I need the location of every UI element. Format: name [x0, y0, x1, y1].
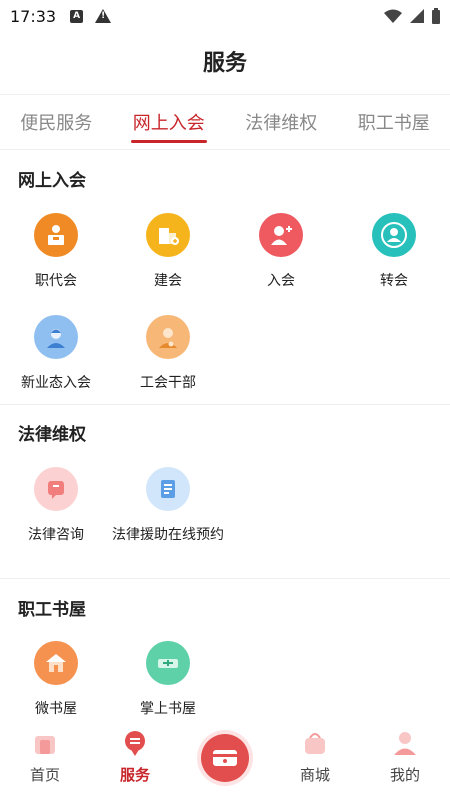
- service-item-label: 掌上书屋: [140, 701, 196, 717]
- service-item-label: 入会: [267, 273, 295, 289]
- rostrum-icon: [34, 213, 78, 257]
- nav-item-service[interactable]: 服务: [90, 724, 180, 800]
- consult-icon: [34, 467, 78, 511]
- section-title-legal-rights: 法律维权: [18, 425, 86, 445]
- nav-item-shop[interactable]: 商城: [270, 724, 360, 800]
- nav-label: 服务: [119, 766, 150, 784]
- tab-reading-room[interactable]: 职工书屋: [338, 95, 450, 149]
- section-title-online-join: 网上入会: [18, 171, 86, 191]
- wifi-icon: [384, 9, 402, 23]
- service-item-label: 转会: [380, 273, 408, 289]
- service-item-legal-consult[interactable]: 法律咨询: [0, 467, 112, 545]
- service-item-transfer[interactable]: 转会: [338, 213, 450, 291]
- service-item-legal-aid-booking[interactable]: 法律援助在线预约: [112, 467, 224, 545]
- page-header: 服务: [0, 32, 450, 90]
- house-icon: [34, 641, 78, 685]
- nav-item-center-card[interactable]: [180, 724, 270, 800]
- tab-convenience[interactable]: 便民服务: [0, 95, 113, 149]
- service-item-pocket-bookhouse[interactable]: 掌上书屋: [112, 641, 224, 719]
- cadre-icon: [146, 315, 190, 359]
- warning-icon: [95, 9, 112, 23]
- category-tabs: 便民服务 网上入会 法律维权 职工书屋: [0, 94, 450, 150]
- service-item-join-union[interactable]: 入会: [225, 213, 337, 291]
- nav-label: 我的: [389, 766, 420, 784]
- section-title-reading-room: 职工书屋: [18, 600, 86, 620]
- service-item-new-economy-join[interactable]: 新业态入会: [0, 315, 112, 393]
- service-item-label: 建会: [154, 273, 182, 289]
- nav-item-profile[interactable]: 我的: [360, 724, 450, 800]
- service-item-micro-bookhouse[interactable]: 微书屋: [0, 641, 112, 719]
- page-title: 服务: [202, 51, 247, 76]
- service-icon: [125, 731, 145, 756]
- transfer-person-icon: [372, 213, 416, 257]
- service-item-label: 微书屋: [35, 701, 77, 717]
- service-item-staff-congress[interactable]: 职代会: [0, 213, 112, 291]
- shop-bag-icon: [305, 733, 325, 754]
- building-icon: [146, 213, 190, 257]
- home-icon: [35, 736, 55, 754]
- section-divider: [0, 578, 450, 579]
- service-item-build-union[interactable]: 建会: [112, 213, 224, 291]
- book-icon: [146, 641, 190, 685]
- signal-icon: [410, 9, 424, 23]
- battery-icon: [432, 8, 440, 24]
- tab-online-join[interactable]: 网上入会: [113, 95, 226, 149]
- tab-legal-rights[interactable]: 法律维权: [225, 95, 338, 149]
- service-item-label: 工会干部: [140, 375, 196, 391]
- service-item-label: 法律咨询: [28, 527, 84, 543]
- worker-icon: [34, 315, 78, 359]
- service-item-label: 新业态入会: [21, 375, 91, 391]
- notification-a-icon: A: [70, 9, 84, 23]
- card-icon: [201, 734, 249, 782]
- section-divider: [0, 404, 450, 405]
- nav-label: 首页: [29, 766, 60, 784]
- nav-label: 商城: [299, 766, 330, 784]
- add-person-icon: [259, 213, 303, 257]
- bottom-navigation: 首页 服务 商城 我的: [0, 724, 450, 800]
- service-item-union-cadre[interactable]: 工会干部: [112, 315, 224, 393]
- status-time: 17:33: [10, 6, 57, 26]
- profile-icon: [394, 732, 416, 755]
- nav-item-home[interactable]: 首页: [0, 724, 90, 800]
- document-icon: [146, 467, 190, 511]
- service-item-label: 职代会: [35, 273, 77, 289]
- status-bar: 17:33 A: [0, 0, 450, 32]
- service-item-label: 法律援助在线预约: [112, 527, 224, 543]
